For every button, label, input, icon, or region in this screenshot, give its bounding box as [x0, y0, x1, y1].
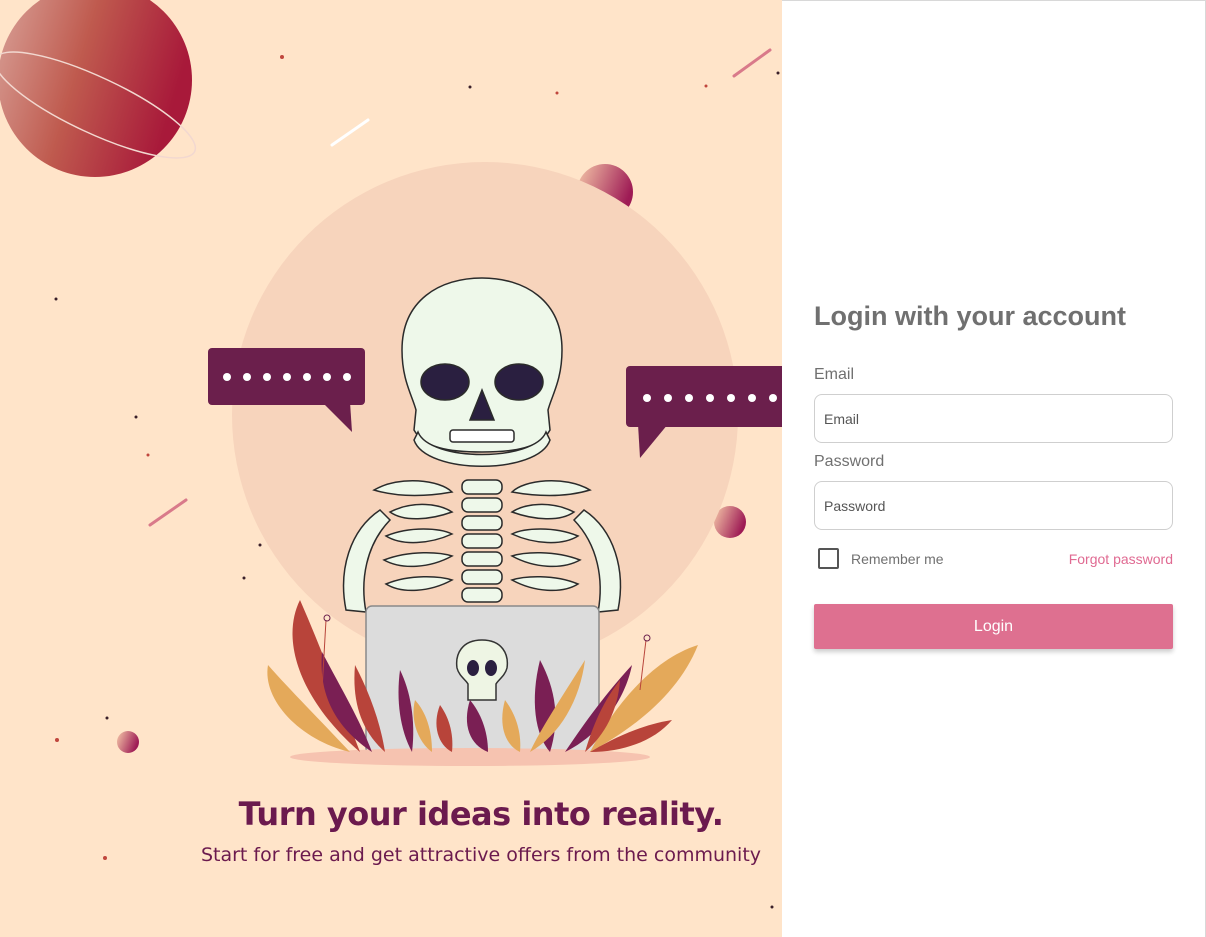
hero-subtitle: Start for free and get attractive offers… — [200, 844, 762, 866]
planet-icon — [0, 0, 197, 177]
email-input[interactable] — [814, 394, 1173, 443]
remember-me-checkbox[interactable] — [818, 548, 839, 569]
login-panel: Login with your account Email Password R… — [782, 0, 1206, 937]
hero-illustration-panel: Turn your ideas into reality. Start for … — [0, 0, 782, 937]
login-heading: Login with your account — [814, 301, 1126, 331]
options-row: Remember me Forgot password — [814, 548, 1173, 569]
forgot-password-link[interactable]: Forgot password — [1069, 551, 1173, 567]
login-button[interactable]: Login — [814, 604, 1173, 649]
password-label: Password — [814, 453, 885, 470]
hero-title: Turn your ideas into reality. — [238, 795, 724, 833]
moon-icon — [117, 731, 139, 753]
remember-me[interactable]: Remember me — [814, 548, 944, 569]
email-label: Email — [814, 366, 855, 383]
login-page: Turn your ideas into reality. Start for … — [0, 0, 1206, 937]
password-input[interactable] — [814, 481, 1173, 530]
login-form: Login with your account Email Password R… — [814, 301, 1173, 649]
remember-me-label: Remember me — [851, 550, 944, 567]
